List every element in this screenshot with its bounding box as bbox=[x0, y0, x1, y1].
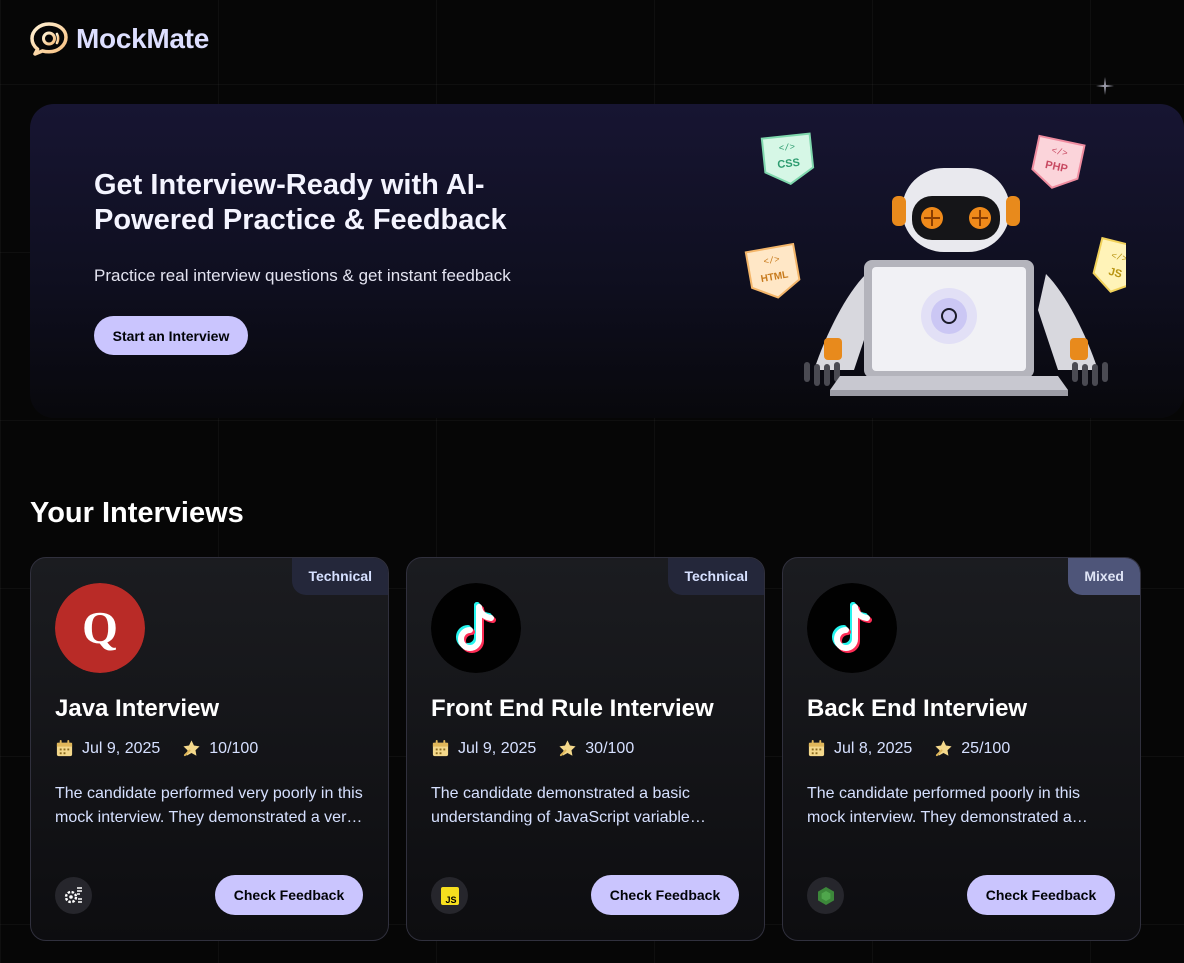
interview-title: Back End Interview bbox=[807, 695, 1028, 722]
interview-score: 30/100 bbox=[585, 739, 635, 757]
tech-stack-icon bbox=[55, 877, 92, 914]
interview-description: The candidate demonstrated a basic under… bbox=[431, 785, 690, 826]
interview-description: The candidate performed very poorly in t… bbox=[55, 785, 363, 826]
score-meta: 25/100 bbox=[934, 739, 1010, 758]
interview-date: Jul 9, 2025 bbox=[458, 739, 537, 757]
interview-title: Java Interview bbox=[55, 695, 220, 722]
star-icon bbox=[935, 740, 952, 757]
interview-date: Jul 8, 2025 bbox=[834, 739, 913, 757]
date-meta: Jul 9, 2025 bbox=[431, 739, 536, 758]
interview-type-badge: Mixed bbox=[1068, 558, 1140, 595]
tiktok-logo-icon bbox=[807, 583, 897, 673]
quora-logo-icon: Q bbox=[55, 583, 145, 673]
interview-type-badge: Technical bbox=[292, 558, 388, 595]
robot-laptop-illustration: CSS </> PHP </> HTML </> JS </> bbox=[744, 132, 1126, 396]
hero-subtitle: Practice real interview questions & get … bbox=[94, 266, 511, 285]
interview-meta: Jul 8, 2025 25/100 bbox=[807, 739, 1032, 758]
star-icon bbox=[183, 740, 200, 757]
javascript-icon: JS bbox=[431, 877, 468, 914]
interview-card: Technical Front End Rule Interview Jul 9… bbox=[406, 557, 765, 941]
sparkle-icon bbox=[1096, 77, 1114, 95]
hero-banner: Get Interview-Ready with AI-Powered Prac… bbox=[30, 104, 1184, 418]
interview-card: Mixed Back End Interview Jul 8, 2025 25/… bbox=[782, 557, 1141, 941]
tag-css: CSS bbox=[777, 157, 801, 171]
interview-description: The candidate performed poorly in this m… bbox=[807, 785, 1081, 826]
score-meta: 10/100 bbox=[182, 739, 258, 758]
calendar-icon bbox=[808, 739, 825, 757]
svg-text:Q: Q bbox=[82, 602, 118, 653]
check-feedback-button[interactable]: Check Feedback bbox=[591, 875, 739, 915]
nodejs-icon bbox=[807, 877, 844, 914]
interview-date: Jul 9, 2025 bbox=[82, 739, 161, 757]
section-title: Your Interviews bbox=[30, 497, 244, 529]
date-meta: Jul 8, 2025 bbox=[807, 739, 912, 758]
svg-text:JS: JS bbox=[445, 895, 456, 905]
calendar-icon bbox=[432, 739, 449, 757]
interview-meta: Jul 9, 2025 10/100 bbox=[55, 739, 280, 758]
interview-card: Technical Q Java Interview Jul 9, 2025 1… bbox=[30, 557, 389, 941]
interview-score: 25/100 bbox=[961, 739, 1011, 757]
check-feedback-button[interactable]: Check Feedback bbox=[967, 875, 1115, 915]
navbar[interactable]: MockMate bbox=[30, 20, 209, 58]
star-icon bbox=[559, 740, 576, 757]
interview-score: 10/100 bbox=[209, 739, 259, 757]
chat-bubble-logo-icon bbox=[30, 22, 68, 56]
interview-title: Front End Rule Interview bbox=[431, 695, 714, 722]
calendar-icon bbox=[56, 739, 73, 757]
check-feedback-button[interactable]: Check Feedback bbox=[215, 875, 363, 915]
score-meta: 30/100 bbox=[558, 739, 634, 758]
interview-type-badge: Technical bbox=[668, 558, 764, 595]
date-meta: Jul 9, 2025 bbox=[55, 739, 160, 758]
tiktok-logo-icon bbox=[431, 583, 521, 673]
start-interview-button[interactable]: Start an Interview bbox=[94, 316, 248, 355]
hero-title: Get Interview-Ready with AI-Powered Prac… bbox=[94, 169, 507, 236]
brand-name[interactable]: MockMate bbox=[76, 23, 209, 55]
interview-meta: Jul 9, 2025 30/100 bbox=[431, 739, 656, 758]
svg-text:</>: </> bbox=[778, 142, 795, 154]
